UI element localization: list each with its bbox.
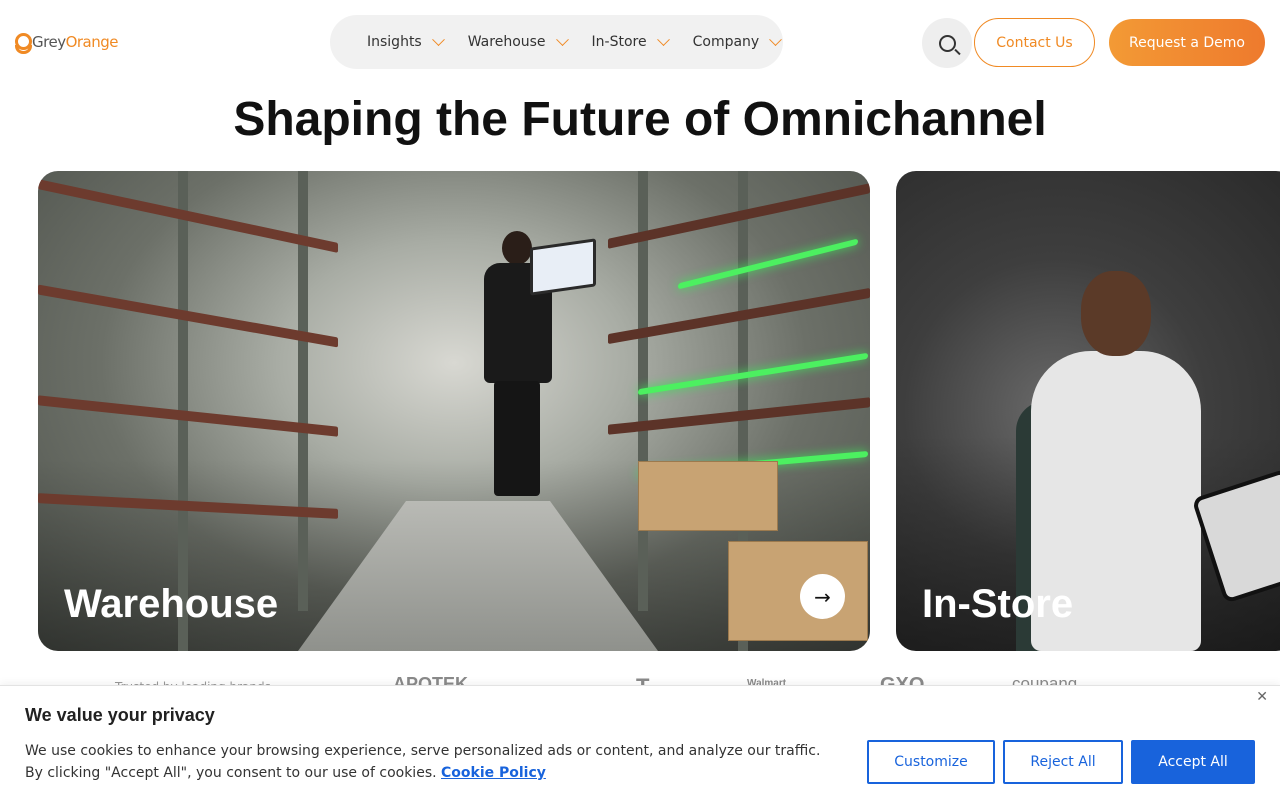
instore-card[interactable]: In-Store [896, 171, 1280, 651]
warehouse-card[interactable]: Warehouse → [38, 171, 870, 651]
instore-card-label: In-Store [922, 582, 1074, 626]
contact-us-button[interactable]: Contact Us [974, 18, 1095, 67]
arrow-right-icon[interactable]: → [800, 574, 845, 619]
main-nav: Insights Warehouse In-Store Company [330, 15, 783, 69]
chevron-down-icon [769, 32, 783, 46]
nav-company[interactable]: Company [693, 32, 783, 50]
nav-warehouse[interactable]: Warehouse [468, 32, 569, 50]
cookie-policy-link[interactable]: Cookie Policy [441, 765, 546, 781]
logo-mark-icon [14, 32, 32, 54]
page-title: Shaping the Future of Omnichannel [233, 93, 1047, 146]
greyorange-logo[interactable]: GreyOrange [14, 32, 119, 54]
nav-insights[interactable]: Insights [367, 32, 445, 50]
nav-instore[interactable]: In-Store [592, 32, 670, 50]
chevron-down-icon [431, 32, 445, 46]
customize-button[interactable]: Customize [867, 740, 995, 784]
logo-text: GreyOrange [32, 33, 119, 51]
accept-all-button[interactable]: Accept All [1131, 740, 1255, 784]
cookie-text: We use cookies to enhance your browsing … [25, 743, 821, 781]
request-demo-button[interactable]: Request a Demo [1109, 19, 1265, 66]
search-button[interactable] [922, 18, 972, 68]
search-icon [938, 34, 956, 52]
warehouse-card-label: Warehouse [64, 582, 279, 626]
close-icon[interactable]: ✕ [1256, 689, 1268, 705]
chevron-down-icon [555, 32, 569, 46]
reject-all-button[interactable]: Reject All [1003, 740, 1123, 784]
cookie-banner: ✕ We value your privacy We use cookies t… [0, 685, 1280, 800]
chevron-down-icon [656, 32, 670, 46]
cookie-title: We value your privacy [25, 705, 215, 725]
